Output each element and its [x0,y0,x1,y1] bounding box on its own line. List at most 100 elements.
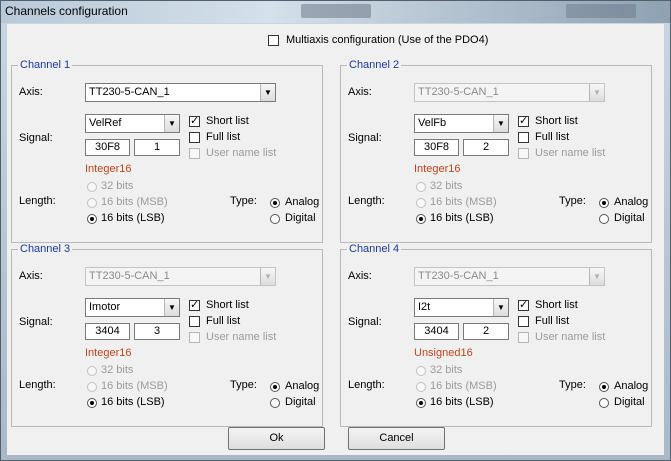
analog-label: Analog [614,380,649,392]
bits32-radio [87,182,97,192]
index-field[interactable]: 30F8 [414,139,459,156]
signal-label: Signal: [348,132,382,144]
channel-title: Channel 4 [347,243,402,255]
signal-select[interactable]: I2t ▼ [414,298,509,317]
analog-radio[interactable] [599,382,609,392]
full-list-label: Full list [535,131,570,143]
bits32-radio [87,366,97,376]
subindex-field[interactable]: 2 [463,139,509,156]
digital-label: Digital [285,396,316,408]
signal-value: I2t [418,301,431,313]
signal-select[interactable]: VelRef ▼ [85,114,180,133]
bits16-lsb-radio[interactable] [416,398,426,408]
digital-radio[interactable] [599,398,609,408]
radio-selected-dot [602,201,606,205]
bits32-radio [416,182,426,192]
channel-1-group: Channel 1 Axis: TT230-5-CAN_1 ▼ VelRef ▼… [11,59,323,243]
index-field[interactable]: 30F8 [85,139,130,156]
chevron-down-icon: ▼ [260,268,275,285]
signal-label: Signal: [19,132,53,144]
dialog-client-area: Multiaxis configuration (Use of the PDO4… [7,24,664,455]
subindex-field[interactable]: 2 [463,323,509,340]
radio-selected-dot [602,385,606,389]
axis-select[interactable]: TT230-5-CAN_1 ▼ [85,83,276,102]
signal-select[interactable]: VelFb ▼ [414,114,509,133]
bits32-radio [416,366,426,376]
short-list-checkbox[interactable]: ✓ [518,298,529,311]
bits16-msb-label: 16 bits (MSB) [101,380,168,392]
datatype-label: Integer16 [85,163,132,175]
bits16-msb-radio [87,382,97,392]
length-label: Length: [19,379,56,391]
chevron-down-icon[interactable]: ▼ [164,115,179,132]
bits16-lsb-radio[interactable] [87,398,97,408]
radio-selected-dot [90,217,94,221]
radio-selected-dot [419,217,423,221]
full-list-checkbox[interactable] [189,316,200,327]
signal-label: Signal: [348,316,382,328]
length-label: Length: [348,195,385,207]
short-list-checkbox[interactable]: ✓ [189,298,200,311]
checkmark-icon: ✓ [190,114,200,127]
short-list-checkbox[interactable]: ✓ [518,114,529,127]
ok-button[interactable]: Ok [228,427,325,450]
short-list-checkbox[interactable]: ✓ [189,114,200,127]
radio-selected-dot [419,401,423,405]
bits32-label: 32 bits [430,180,463,192]
full-list-label: Full list [206,131,241,143]
bits16-lsb-label: 16 bits (LSB) [430,212,494,224]
bits16-lsb-radio[interactable] [87,214,97,224]
subindex-field[interactable]: 3 [134,323,180,340]
title-bar[interactable]: Channels configuration [1,1,670,23]
digital-radio[interactable] [599,214,609,224]
datatype-label: Integer16 [414,163,461,175]
bits16-msb-radio [87,198,97,208]
full-list-checkbox[interactable] [518,132,529,143]
axis-value: TT230-5-CAN_1 [89,270,170,282]
axis-label: Axis: [19,86,43,98]
length-label: Length: [19,195,56,207]
analog-radio[interactable] [599,198,609,208]
type-label: Type: [559,195,586,207]
datatype-label: Unsigned16 [414,347,473,359]
subindex-field[interactable]: 1 [134,139,180,156]
user-name-list-label: User name list [535,147,606,159]
bits16-msb-label: 16 bits (MSB) [101,196,168,208]
radio-selected-dot [90,401,94,405]
full-list-checkbox[interactable] [518,316,529,327]
axis-label: Axis: [19,270,43,282]
digital-label: Digital [614,396,645,408]
type-label: Type: [559,379,586,391]
chevron-down-icon[interactable]: ▼ [164,299,179,316]
multiaxis-checkbox[interactable] [268,35,279,46]
channel-4-group: Channel 4 Axis: TT230-5-CAN_1 ▼ I2t ▼ Si… [340,243,652,427]
chevron-down-icon[interactable]: ▼ [260,84,275,101]
chevron-down-icon[interactable]: ▼ [493,115,508,132]
index-field[interactable]: 3404 [85,323,130,340]
chevron-down-icon: ▼ [589,268,604,285]
digital-radio[interactable] [270,398,280,408]
short-list-label: Short list [206,299,249,311]
user-name-list-checkbox [189,148,200,159]
length-label: Length: [348,379,385,391]
user-name-list-checkbox [518,148,529,159]
channel-title: Channel 2 [347,59,402,71]
signal-select[interactable]: Imotor ▼ [85,298,180,317]
datatype-label: Integer16 [85,347,132,359]
user-name-list-label: User name list [206,331,277,343]
analog-radio[interactable] [270,198,280,208]
cancel-button[interactable]: Cancel [348,427,445,450]
axis-label: Axis: [348,86,372,98]
channel-title: Channel 3 [18,243,73,255]
chevron-down-icon[interactable]: ▼ [493,299,508,316]
full-list-checkbox[interactable] [189,132,200,143]
short-list-label: Short list [535,115,578,127]
analog-radio[interactable] [270,382,280,392]
user-name-list-label: User name list [206,147,277,159]
signal-label: Signal: [19,316,53,328]
bits16-lsb-radio[interactable] [416,214,426,224]
digital-radio[interactable] [270,214,280,224]
chevron-down-icon: ▼ [589,84,604,101]
bits16-lsb-label: 16 bits (LSB) [430,396,494,408]
index-field[interactable]: 3404 [414,323,459,340]
